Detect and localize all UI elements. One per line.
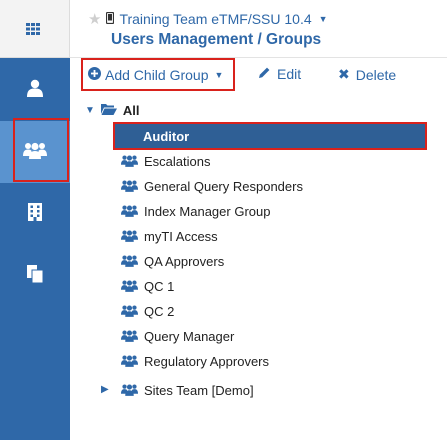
project-name: Training Team eTMF/SSU 10.4 bbox=[119, 11, 312, 27]
tree-item[interactable]: QA Approvers bbox=[121, 249, 224, 274]
tree-item-auditor[interactable]: Auditor bbox=[115, 124, 425, 149]
tree-item-label: Regulatory Approvers bbox=[144, 354, 270, 369]
tree-root-label: All bbox=[122, 103, 140, 118]
group-icon bbox=[121, 179, 138, 195]
tree-item-label: QC 1 bbox=[144, 279, 175, 294]
tree-item-label: Query Manager bbox=[144, 329, 235, 344]
plus-circle-icon bbox=[88, 66, 101, 83]
building-icon bbox=[28, 202, 42, 226]
add-child-group-label: Add Child Group bbox=[105, 66, 209, 83]
group-icon bbox=[121, 329, 138, 345]
user-icon bbox=[27, 79, 43, 102]
group-icon bbox=[121, 254, 138, 270]
close-icon: ✖ bbox=[338, 66, 350, 82]
group-icon bbox=[121, 204, 138, 220]
tree-item[interactable]: Escalations bbox=[121, 149, 210, 174]
edit-label: Edit bbox=[277, 66, 302, 82]
tree-item[interactable]: Sites Team [Demo] bbox=[121, 378, 254, 403]
apps-menu-button[interactable] bbox=[0, 0, 70, 58]
group-icon bbox=[121, 154, 138, 170]
nav-organizations-button[interactable] bbox=[0, 183, 70, 245]
tree-item[interactable]: General Query Responders bbox=[121, 174, 303, 199]
tree-item-label: Sites Team [Demo] bbox=[144, 383, 254, 398]
group-icon bbox=[121, 383, 138, 399]
tree-item[interactable]: Query Manager bbox=[121, 324, 234, 349]
groups-tree: ▼ All Auditor Escalations General Query … bbox=[70, 98, 447, 440]
nav-groups-button[interactable] bbox=[0, 118, 70, 183]
tree-item-label: Escalations bbox=[144, 154, 211, 169]
expanded-arrow-icon[interactable]: ▼ bbox=[85, 105, 95, 116]
tree-item-label: General Query Responders bbox=[144, 179, 303, 194]
mobile-icon bbox=[106, 11, 115, 27]
group-icon bbox=[121, 354, 138, 370]
grid-icon bbox=[26, 22, 40, 40]
tree-item-label: Index Manager Group bbox=[144, 204, 271, 219]
nav-users-button[interactable] bbox=[0, 59, 70, 121]
tree-item[interactable]: Regulatory Approvers bbox=[121, 349, 269, 374]
delete-button[interactable]: ✖ Delete bbox=[338, 66, 396, 83]
toolbar: Add Child Group ▼ Edit ✖ Delete bbox=[70, 58, 447, 94]
folder-open-icon bbox=[100, 103, 117, 118]
project-selector[interactable]: ★ Training Team eTMF/SSU 10.4 ▼ bbox=[88, 10, 328, 28]
tree-item-label: QA Approvers bbox=[144, 254, 225, 269]
caret-down-icon: ▼ bbox=[318, 14, 328, 24]
tree-item[interactable]: Index Manager Group bbox=[121, 199, 270, 224]
star-icon[interactable]: ★ bbox=[88, 10, 101, 28]
tree-root-all[interactable]: ▼ All bbox=[85, 103, 140, 118]
edit-button[interactable]: Edit bbox=[258, 66, 301, 82]
delete-label: Delete bbox=[355, 66, 397, 83]
tree-item-label: Auditor bbox=[143, 129, 190, 144]
page-header: ★ Training Team eTMF/SSU 10.4 ▼ Users Ma… bbox=[70, 0, 447, 58]
tree-item[interactable]: myTI Access bbox=[121, 224, 218, 249]
left-nav-rail bbox=[0, 0, 70, 440]
group-icon bbox=[121, 304, 138, 320]
group-icon bbox=[121, 279, 138, 295]
selection-highlight-outline bbox=[13, 118, 69, 182]
tree-item[interactable]: QC 1 bbox=[121, 274, 174, 299]
page-title: Users Management / Groups bbox=[111, 31, 322, 48]
tree-item-label: myTI Access bbox=[144, 229, 218, 244]
tree-item[interactable]: QC 2 bbox=[121, 299, 174, 324]
group-icon bbox=[121, 229, 138, 245]
add-child-group-button[interactable]: Add Child Group ▼ bbox=[81, 58, 235, 91]
documents-icon bbox=[27, 264, 44, 288]
tree-item-label: QC 2 bbox=[144, 304, 175, 319]
collapsed-arrow-icon[interactable]: ▶ bbox=[101, 384, 109, 395]
caret-down-icon: ▼ bbox=[214, 69, 224, 80]
pencil-icon bbox=[258, 66, 271, 82]
nav-documents-button[interactable] bbox=[0, 245, 70, 307]
